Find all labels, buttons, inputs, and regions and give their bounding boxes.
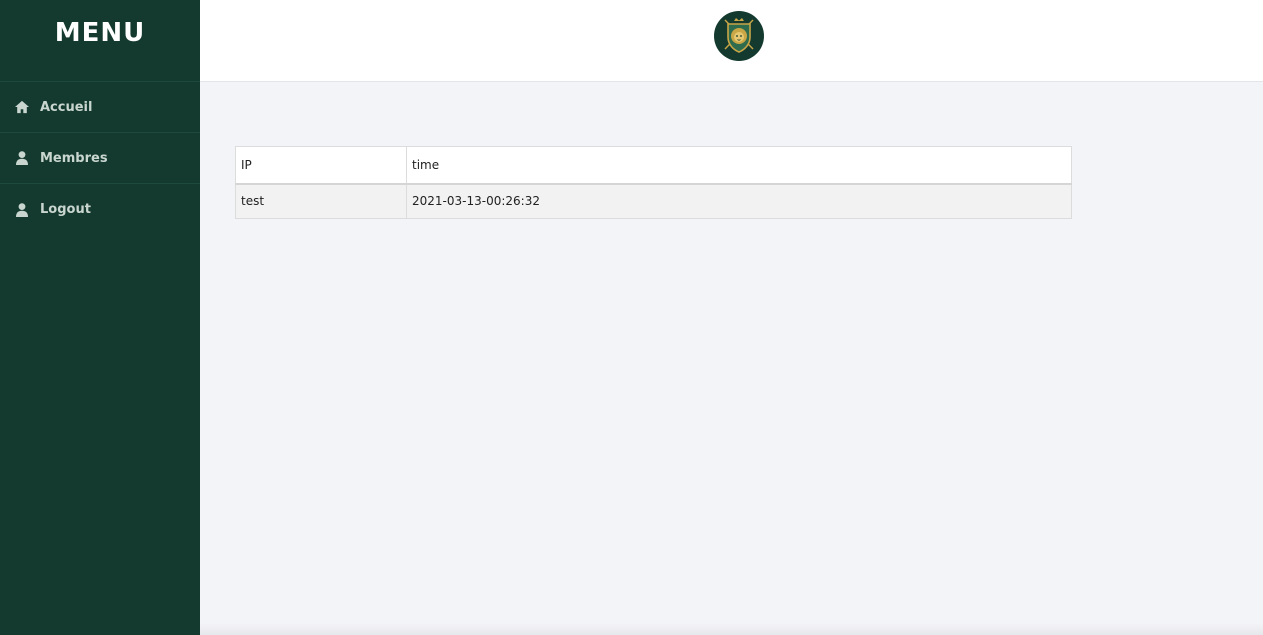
column-header-ip: IP (235, 146, 407, 185)
sidebar-title: MENU (0, 0, 200, 82)
sidebar-item-accueil[interactable]: Accueil (0, 82, 200, 133)
sidebar-item-label: Membres (40, 150, 108, 166)
column-header-time: time (406, 146, 1072, 185)
sidebar-item-label: Accueil (40, 99, 93, 115)
main-content: IP time test 2021-03-13-00:26:32 (235, 146, 1072, 219)
sidebar-item-logout[interactable]: Logout (0, 184, 200, 235)
lion-crest-logo[interactable] (714, 11, 764, 61)
lion-crest-icon (724, 18, 754, 53)
cell-ip: test (235, 183, 407, 219)
log-table: IP time test 2021-03-13-00:26:32 (235, 146, 1072, 219)
sidebar-item-label: Logout (40, 202, 91, 217)
table-header-row: IP time (235, 146, 1072, 185)
home-icon (14, 100, 30, 114)
sidebar: MENU Accueil Membres Logout (0, 0, 200, 635)
bottom-shadow (200, 623, 1263, 635)
top-header (200, 0, 1263, 82)
user-icon (14, 202, 30, 217)
user-icon (14, 151, 30, 165)
app-window: MENU Accueil Membres Logout IP time test… (0, 0, 1263, 635)
table-row: test 2021-03-13-00:26:32 (235, 183, 1072, 219)
cell-time: 2021-03-13-00:26:32 (406, 183, 1072, 219)
sidebar-item-membres[interactable]: Membres (0, 133, 200, 184)
